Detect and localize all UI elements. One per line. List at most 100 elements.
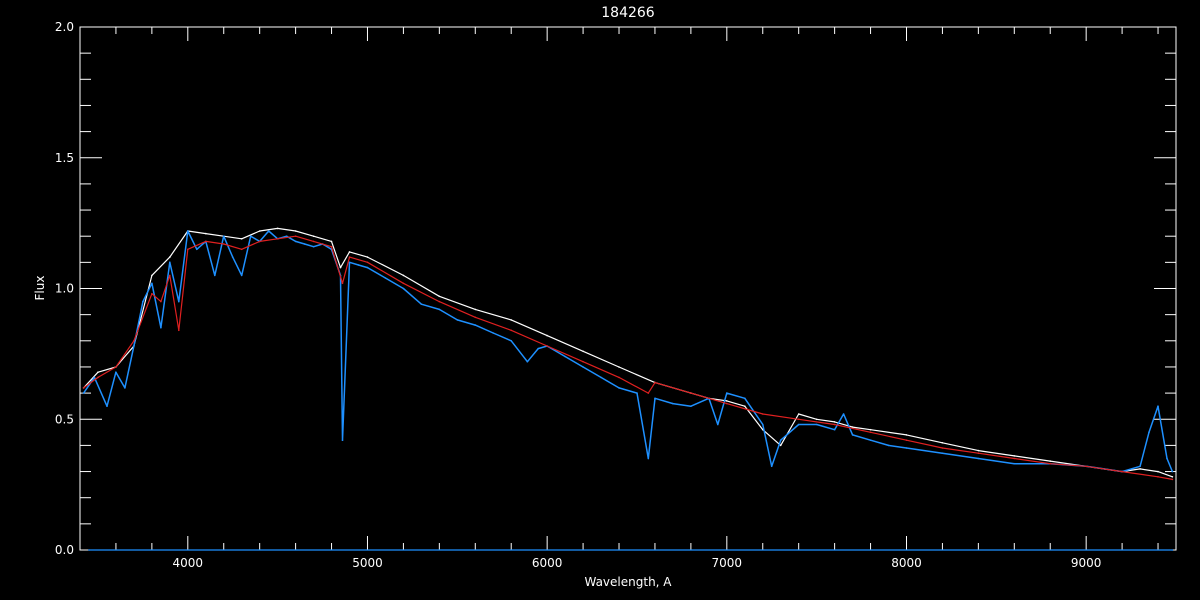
data-point	[1171, 549, 1174, 551]
data-point	[214, 274, 216, 277]
data-point	[438, 308, 441, 311]
data-point	[151, 274, 153, 277]
data-point	[1171, 476, 1174, 478]
data-point	[851, 426, 854, 428]
data-point	[690, 405, 692, 408]
data-point	[151, 292, 153, 295]
data-point	[672, 402, 674, 405]
data-point	[582, 350, 584, 353]
data-point	[537, 347, 539, 350]
data-point	[294, 240, 297, 243]
data-point	[1013, 455, 1016, 457]
data-point	[618, 376, 620, 379]
y-tick-label: 0.0	[55, 543, 74, 557]
data-point	[851, 434, 854, 436]
data-point	[341, 282, 344, 285]
data-point	[285, 235, 288, 237]
data-point	[169, 274, 171, 277]
data-point	[178, 300, 180, 303]
data-point	[941, 447, 944, 449]
data-point	[348, 251, 351, 253]
x-tick-label: 6000	[532, 556, 563, 570]
data-point	[267, 230, 270, 232]
data-point	[1121, 470, 1123, 473]
data-point	[240, 238, 243, 240]
data-point	[187, 230, 189, 232]
data-point	[510, 340, 512, 342]
data-point	[124, 387, 126, 389]
data-point	[160, 326, 162, 329]
data-point	[887, 444, 890, 447]
data-point	[654, 397, 656, 400]
data-point	[941, 452, 944, 455]
data-point	[618, 387, 620, 389]
data-point	[474, 324, 477, 326]
data-point	[456, 319, 459, 321]
data-point	[618, 366, 620, 368]
x-tick-label: 4000	[173, 556, 204, 570]
data-point	[133, 345, 135, 347]
data-point	[726, 392, 728, 394]
data-point	[169, 261, 171, 264]
y-axis-label: Flux	[33, 276, 47, 301]
data-point	[312, 240, 315, 243]
data-point	[276, 238, 279, 240]
data-point	[526, 360, 529, 363]
data-point	[1139, 465, 1141, 468]
data-point	[312, 235, 315, 237]
data-point	[1085, 465, 1087, 468]
series-line	[82, 230, 1174, 473]
data-point	[1166, 457, 1168, 460]
x-tick-label: 5000	[352, 556, 383, 570]
data-point	[258, 230, 261, 232]
data-point	[222, 235, 225, 237]
data-point	[797, 418, 800, 421]
x-axis-label: Wavelength, A	[584, 575, 672, 589]
data-point	[276, 227, 279, 230]
data-point	[1171, 478, 1174, 481]
data-point	[1157, 405, 1159, 408]
data-point	[1013, 462, 1016, 465]
data-point	[420, 303, 423, 306]
series-2	[82, 235, 1174, 481]
data-point	[82, 387, 85, 389]
data-point	[842, 413, 845, 415]
data-point	[1157, 470, 1159, 473]
data-point	[941, 442, 944, 444]
data-point	[546, 345, 548, 347]
data-point	[869, 439, 872, 442]
data-point	[546, 334, 548, 337]
axis-ticks	[79, 26, 1176, 551]
data-point	[366, 261, 369, 264]
data-point	[833, 423, 836, 426]
data-point	[762, 423, 764, 426]
data-point	[977, 457, 980, 460]
data-point	[222, 243, 225, 245]
data-point	[249, 235, 252, 237]
data-point	[258, 240, 261, 243]
data-point	[142, 300, 144, 303]
data-point	[977, 449, 980, 452]
data-point	[205, 240, 207, 243]
data-point	[600, 376, 602, 379]
data-point	[402, 287, 405, 290]
data-point	[815, 423, 818, 426]
data-point	[815, 418, 818, 421]
series-line	[83, 227, 1173, 478]
data-point	[779, 444, 782, 447]
data-point	[647, 457, 650, 460]
data-point	[762, 413, 764, 415]
data-point	[474, 308, 477, 311]
data-point	[160, 300, 162, 303]
series-line	[83, 235, 1173, 480]
data-point	[717, 423, 719, 426]
y-tick-label: 0.5	[55, 412, 74, 426]
series-3	[88, 549, 1174, 551]
data-point	[178, 329, 180, 332]
data-point	[905, 447, 908, 449]
data-point	[833, 421, 836, 423]
data-point	[312, 245, 315, 248]
data-point	[402, 282, 405, 285]
data-point	[151, 282, 153, 285]
data-point	[833, 428, 836, 431]
